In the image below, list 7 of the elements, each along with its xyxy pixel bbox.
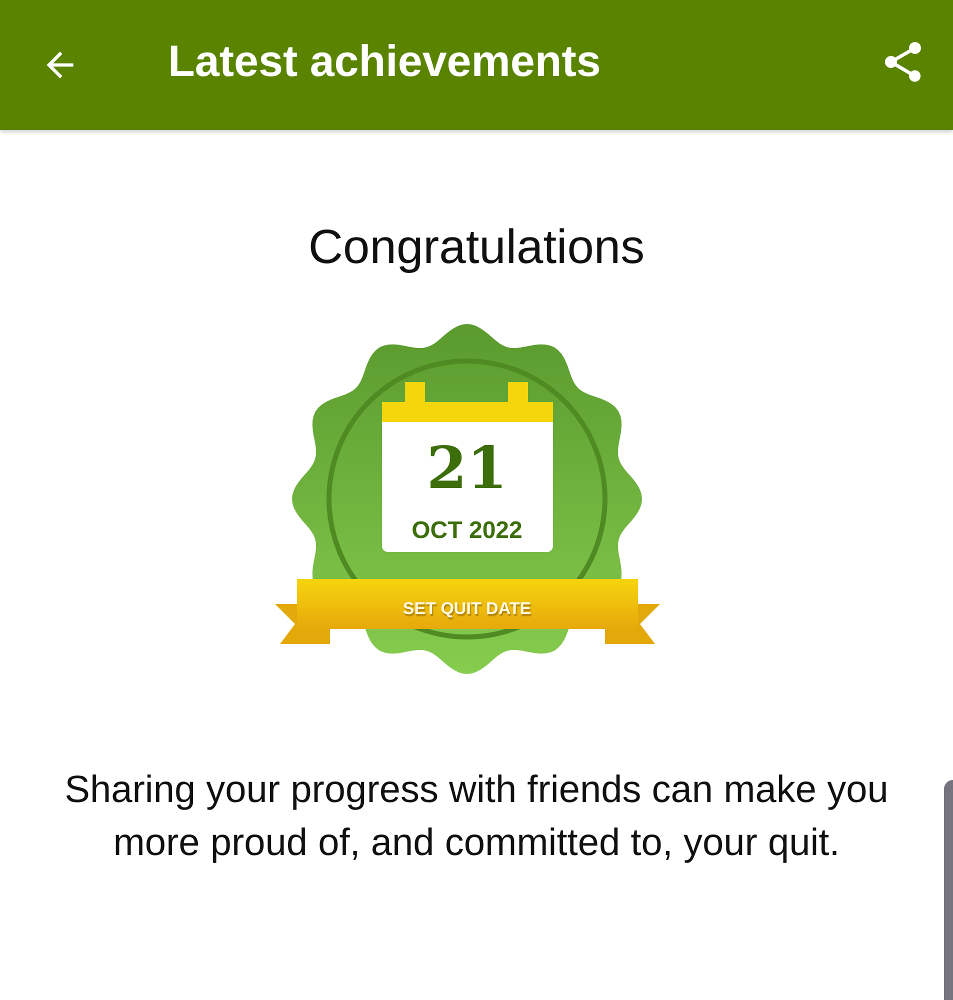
edge-handle[interactable] bbox=[944, 780, 953, 1000]
month-year: OCT 2022 bbox=[411, 517, 522, 544]
day-number: 21 bbox=[426, 434, 507, 502]
congratulations-heading: Congratulations bbox=[307, 220, 646, 276]
ribbon-label: SET QUIT DATE bbox=[402, 599, 531, 618]
screen-title: Latest achievements bbox=[168, 37, 602, 87]
share-message: Sharing your progress with friends can make you more proud of, and committed to, your quit. bbox=[64, 768, 890, 866]
